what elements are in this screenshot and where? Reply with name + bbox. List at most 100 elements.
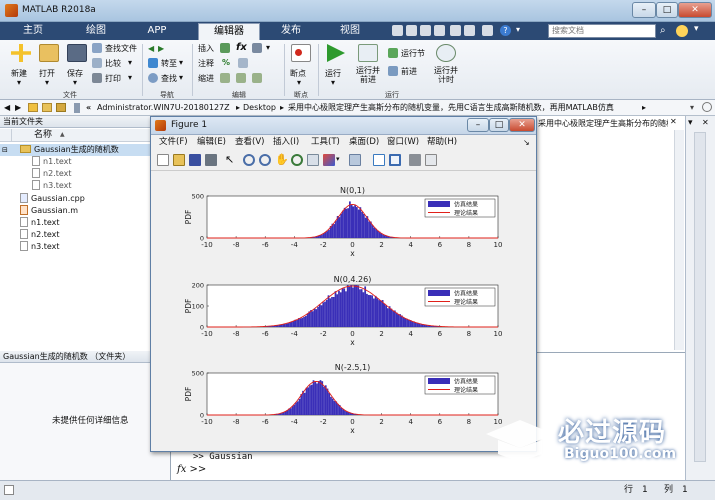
- search-icon[interactable]: ⌕: [660, 25, 672, 37]
- editor-vertical-scrollbar[interactable]: [674, 130, 684, 350]
- breakpoints-button[interactable]: 断点 ▾: [288, 44, 314, 88]
- close-button[interactable]: ✕: [678, 2, 712, 18]
- tab-home[interactable]: 主页: [10, 23, 56, 40]
- address-back-icon[interactable]: ◀: [4, 100, 10, 115]
- figure-minimize-button[interactable]: –: [467, 118, 489, 132]
- list-item[interactable]: ⊟ Gaussian生成的随机数: [0, 144, 171, 156]
- address-crumb-user[interactable]: Administrator.WIN7U-20180127Z: [97, 100, 230, 115]
- menu-desktop[interactable]: 桌面(D): [347, 135, 381, 150]
- column-name-header[interactable]: 名称: [34, 129, 52, 141]
- insert-colorbar-icon[interactable]: [373, 154, 385, 166]
- paste-quick-icon[interactable]: [434, 25, 445, 36]
- copy-quick-icon[interactable]: [420, 25, 431, 36]
- panel-chevron-icon[interactable]: ▾: [688, 118, 693, 128]
- brush-icon[interactable]: [323, 154, 335, 166]
- comment-button[interactable]: 注释 %: [198, 58, 282, 70]
- tab-publish[interactable]: 发布: [270, 23, 312, 40]
- menu-help[interactable]: 帮助(H): [425, 135, 459, 150]
- find-files-button[interactable]: 查找文件: [92, 43, 140, 55]
- data-cursor-icon[interactable]: [307, 154, 319, 166]
- toolstrip-expand-icon[interactable]: ▾: [694, 24, 708, 38]
- notification-bell-icon[interactable]: [676, 25, 688, 37]
- save-quick-icon[interactable]: [392, 25, 403, 36]
- menu-view[interactable]: 查看(V): [233, 135, 266, 150]
- collapse-tree-icon[interactable]: ⊟: [2, 144, 8, 156]
- cut-quick-icon[interactable]: [406, 25, 417, 36]
- help-quick-icon[interactable]: ?: [500, 25, 511, 36]
- new-button[interactable]: 新建 ▾: [8, 44, 34, 88]
- compare-chevron-icon: ▾: [128, 58, 133, 67]
- address-crumb-desktop[interactable]: Desktop: [243, 100, 276, 115]
- save-figure-icon[interactable]: [189, 154, 201, 166]
- address-forward-icon[interactable]: ▶: [15, 100, 21, 115]
- link-plot-icon[interactable]: [349, 154, 361, 166]
- rotate-3d-icon[interactable]: [291, 154, 303, 166]
- menu-insert[interactable]: 插入(I): [271, 135, 301, 150]
- minimize-button[interactable]: –: [632, 2, 656, 18]
- indent-button[interactable]: 缩进: [198, 73, 282, 85]
- menu-file[interactable]: 文件(F): [157, 135, 190, 150]
- nav-arrows-button[interactable]: ◀ ▶: [148, 44, 188, 56]
- open-button[interactable]: 打开 ▾: [36, 44, 62, 88]
- print-figure-icon[interactable]: [205, 154, 217, 166]
- address-search-icon[interactable]: [702, 102, 712, 112]
- toolbar-options-chevron-icon[interactable]: ▾: [516, 25, 527, 36]
- tab-plots[interactable]: 绘图: [68, 23, 124, 40]
- switch-windows-icon[interactable]: [482, 25, 493, 36]
- run-and-advance-button[interactable]: 运行并 前进: [352, 44, 384, 88]
- status-grip-icon[interactable]: [4, 485, 14, 495]
- pan-hand-icon[interactable]: ✋: [275, 154, 289, 166]
- address-up-folder-icon[interactable]: [28, 103, 38, 112]
- search-documentation-input[interactable]: 搜索文档: [548, 24, 656, 38]
- edit-plot-arrow-icon[interactable]: ↖: [225, 154, 237, 166]
- list-item[interactable]: n1.text: [0, 156, 171, 168]
- run-section-button[interactable]: 运行节: [388, 48, 428, 60]
- address-up-one-level-icon[interactable]: [56, 103, 66, 112]
- open-file-icon[interactable]: [173, 154, 185, 166]
- zoom-in-icon[interactable]: [243, 154, 255, 166]
- list-item[interactable]: n2.text: [0, 168, 171, 180]
- address-browse-folder-icon[interactable]: [42, 103, 52, 112]
- list-item[interactable]: n1.text: [0, 217, 171, 229]
- show-plot-tools-icon[interactable]: [425, 154, 437, 166]
- tab-apps[interactable]: APP: [132, 23, 182, 40]
- advance-button[interactable]: 前进: [388, 66, 428, 78]
- run-section-label: 运行节: [401, 49, 425, 58]
- list-item[interactable]: n2.text: [0, 229, 171, 241]
- insert-legend-icon[interactable]: [389, 154, 401, 166]
- menu-dock-icon[interactable]: ↘: [523, 135, 530, 150]
- print-button[interactable]: 打印 ▾: [92, 73, 140, 85]
- figure-maximize-button[interactable]: □: [489, 118, 509, 132]
- figure-close-button[interactable]: ✕: [509, 118, 535, 132]
- figure-window[interactable]: Figure 1 – □ ✕ 文件(F) 编辑(E) 查看(V) 插入(I) 工…: [150, 116, 537, 452]
- run-button[interactable]: 运行 ▾: [322, 44, 348, 88]
- panel-close-icon[interactable]: ✕: [702, 118, 709, 127]
- menu-window[interactable]: 窗口(W): [385, 135, 421, 150]
- command-prompt[interactable]: fx >>: [177, 464, 206, 475]
- compare-button[interactable]: 比较 ▾: [92, 58, 140, 70]
- insert-button[interactable]: 插入 fx ▾: [198, 42, 282, 55]
- editor-close-icon[interactable]: ✕: [670, 117, 680, 127]
- undo-quick-icon[interactable]: [450, 25, 461, 36]
- menu-edit[interactable]: 编辑(E): [195, 135, 228, 150]
- list-item[interactable]: n3.text: [0, 241, 171, 253]
- brush-chevron-icon[interactable]: ▾: [336, 155, 340, 163]
- goto-button[interactable]: 转至 ▾: [148, 58, 188, 70]
- zoom-out-icon[interactable]: [259, 154, 271, 166]
- save-button[interactable]: 保存 ▾: [64, 44, 90, 88]
- maximize-button[interactable]: □: [656, 2, 678, 18]
- address-crumb-project-folder[interactable]: 采用中心极限定理产生高斯分布的随机变量，先用C语言生成高斯随机数，再用MATLA…: [288, 100, 614, 115]
- menu-tools[interactable]: 工具(T): [309, 135, 342, 150]
- list-item[interactable]: n3.text: [0, 180, 171, 192]
- tab-editor[interactable]: 编辑器: [198, 23, 260, 40]
- list-item[interactable]: Gaussian.m: [0, 205, 171, 217]
- address-overflow-icon[interactable]: «: [86, 100, 91, 115]
- run-and-time-button[interactable]: 运行并 计时: [430, 44, 462, 88]
- hide-plot-tools-icon[interactable]: [409, 154, 421, 166]
- redo-quick-icon[interactable]: [464, 25, 475, 36]
- list-item[interactable]: Gaussian.cpp: [0, 193, 171, 205]
- address-dropdown-chevron-icon[interactable]: ▾: [690, 100, 694, 115]
- new-figure-icon[interactable]: [157, 154, 169, 166]
- find-button[interactable]: 查找 ▾: [148, 73, 188, 85]
- tab-view[interactable]: 视图: [328, 23, 372, 40]
